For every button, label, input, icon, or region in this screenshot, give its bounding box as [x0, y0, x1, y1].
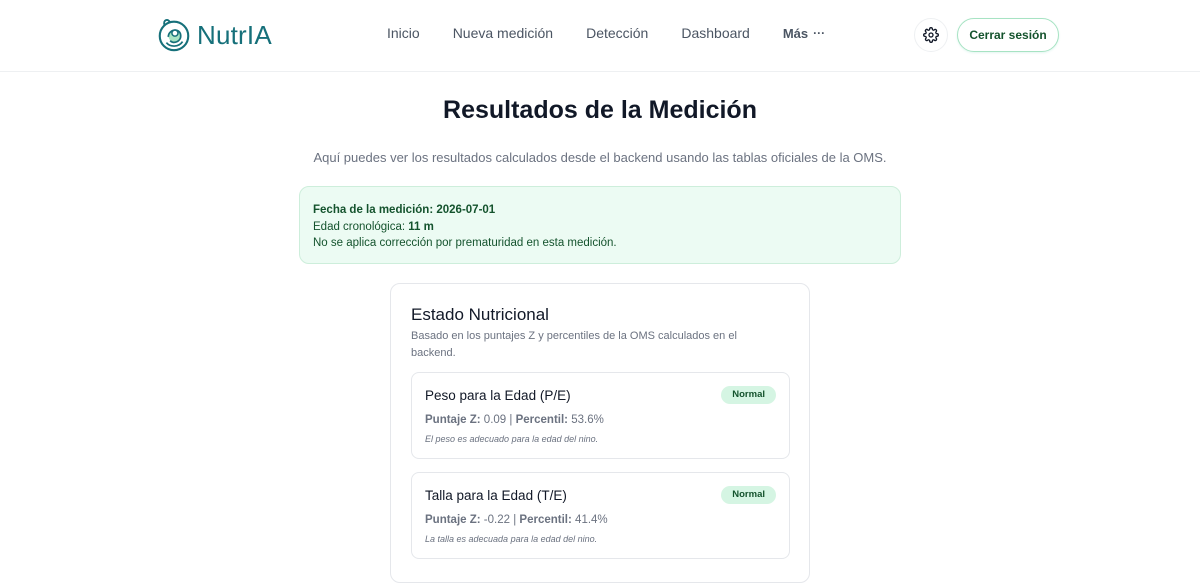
logo-icon [158, 19, 190, 52]
percentile-label: Percentil: [519, 514, 572, 526]
status-badge: Normal [721, 386, 776, 404]
nav-item-deteccion[interactable]: Detección [586, 25, 648, 41]
nav-item-inicio[interactable]: Inicio [387, 25, 420, 41]
separator: | [513, 514, 517, 526]
nutritional-status-card: Estado Nutricional Basado en los puntaje… [390, 283, 810, 583]
metric-name: Peso para la Edad (P/E) [425, 388, 571, 403]
chronological-age-value: 11 m [408, 220, 434, 233]
z-score-value: -0.22 [483, 514, 511, 526]
status-badge: Normal [721, 486, 776, 504]
chronological-age-line: Edad cronológica: 11 m [313, 219, 887, 236]
prematurity-note: No se aplica corrección por prematuridad… [313, 237, 617, 249]
top-navbar: NutrIA Inicio Nueva medición Detección D… [0, 0, 1200, 72]
settings-button[interactable] [914, 18, 948, 52]
measurement-date-label: Fecha de la medición: [313, 204, 434, 216]
brand-logo[interactable]: NutrIA [155, 15, 272, 55]
nav-item-nueva-medicion[interactable]: Nueva medición [453, 25, 553, 41]
metric-height-for-age: Talla para la Edad (T/E) Normal Puntaje … [411, 472, 790, 559]
main-nav: Inicio Nueva medición Detección Dashboar… [387, 25, 825, 41]
z-score-value: 0.09 [483, 414, 507, 426]
percentile-value: 41.4% [575, 514, 608, 526]
metric-weight-for-age: Peso para la Edad (P/E) Normal Puntaje Z… [411, 372, 790, 459]
metric-note: El peso es adecuado para la edad del nin… [425, 434, 599, 444]
metric-values: Puntaje Z: 0.09 | Percentil: 53.6% [425, 414, 604, 426]
metric-name: Talla para la Edad (T/E) [425, 488, 567, 503]
gear-icon [923, 27, 939, 43]
z-score-label: Puntaje Z: [425, 414, 481, 426]
card-title: Estado Nutricional [411, 305, 549, 324]
chronological-age-label: Edad cronológica: [313, 220, 406, 233]
separator: | [509, 414, 513, 426]
measurement-info-box: Fecha de la medición: 2026-07-01 Edad cr… [299, 186, 901, 264]
page-subtitle: Aquí puedes ver los resultados calculado… [313, 150, 887, 165]
card-description: Basado en los puntajes Z y percentiles d… [411, 330, 737, 359]
page-title: Resultados de la Medición [443, 96, 757, 124]
nav-more-label: Más [782, 25, 809, 41]
metric-note: La talla es adecuada para la edad del ni… [425, 534, 598, 544]
nav-item-dashboard[interactable]: Dashboard [681, 25, 750, 41]
metric-values: Puntaje Z: -0.22 | Percentil: 41.4% [425, 514, 608, 526]
percentile-label: Percentil: [515, 414, 569, 426]
measurement-date-line: Fecha de la medición: 2026-07-01 [313, 202, 887, 219]
measurement-date-value: 2026-07-01 [436, 204, 496, 216]
brand-name: NutrIA [197, 19, 272, 50]
z-score-label: Puntaje Z: [425, 514, 481, 526]
nav-more-menu[interactable]: Más ··· [783, 26, 825, 41]
ellipsis-icon: ··· [813, 26, 826, 40]
percentile-value: 53.6% [571, 414, 604, 426]
logout-button[interactable]: Cerrar sesión [957, 18, 1059, 52]
